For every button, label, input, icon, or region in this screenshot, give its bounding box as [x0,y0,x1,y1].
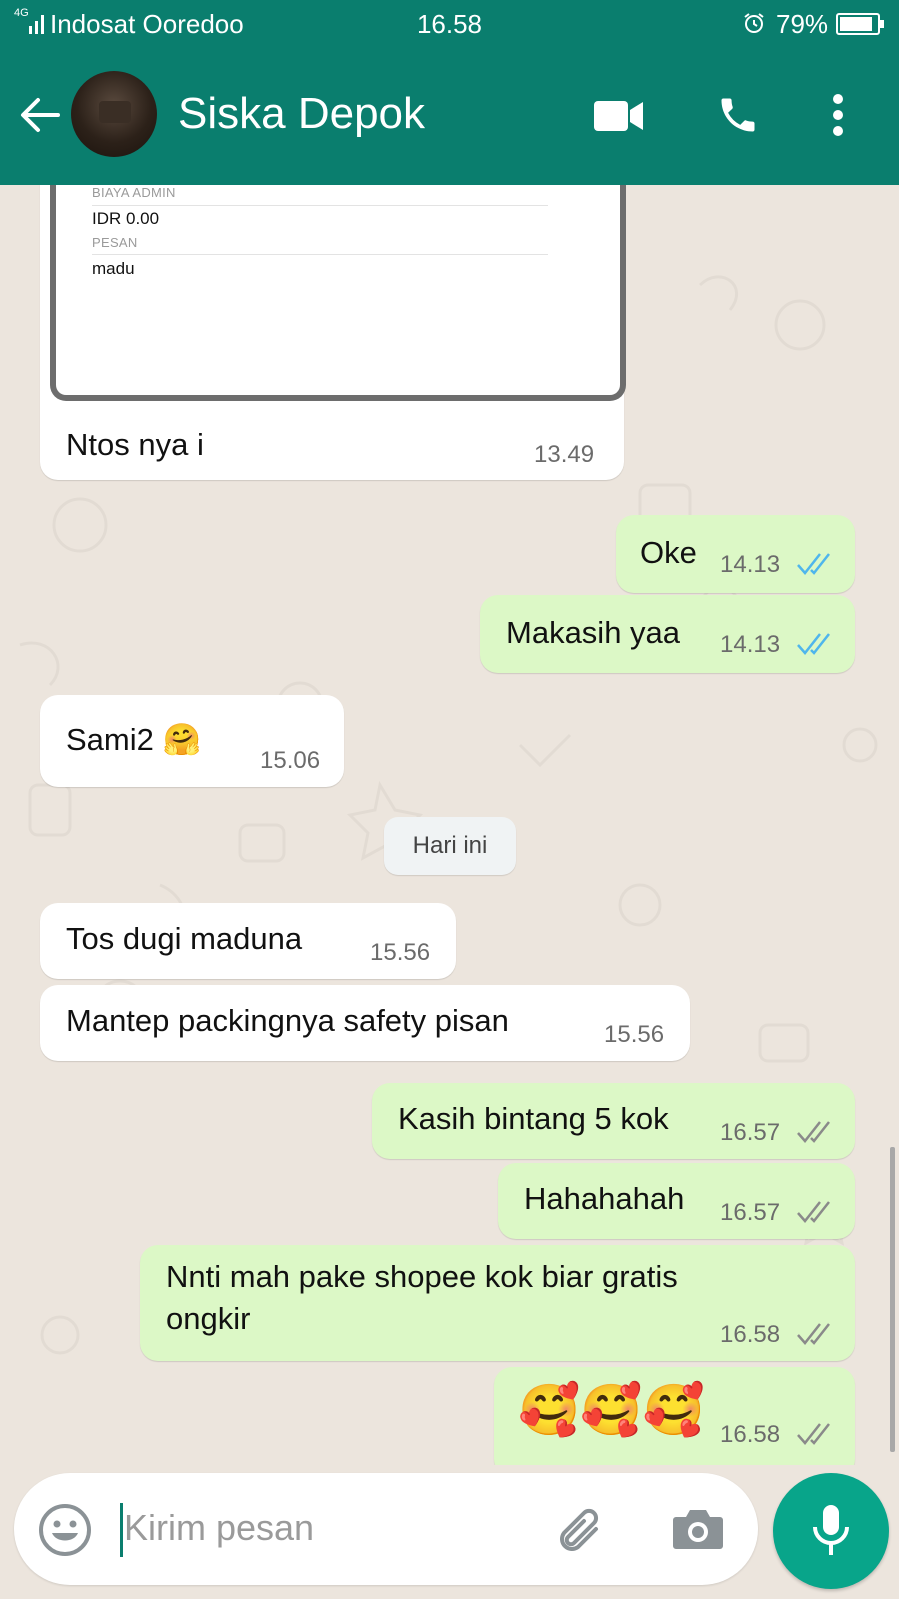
composer-bar: Kirim pesan [0,1465,899,1599]
outgoing-message[interactable]: Hahahahah 16.57 [498,1163,855,1239]
message-text: Oke [640,535,697,570]
message-text: Makasih yaa [506,615,681,650]
message-time: 14.13 [720,551,781,578]
contact-name[interactable]: Siska Depok [178,89,425,139]
double-tick-icon [797,633,830,655]
message-time: 15.56 [604,1021,665,1048]
receipt-fee-value: IDR 0.00 [92,209,160,228]
message-time: 15.06 [260,747,321,774]
day-divider: Hari ini [384,817,516,875]
message-time: 15.56 [370,939,431,966]
message-text: Ntos nya i [66,427,204,462]
video-call-icon[interactable] [594,99,644,133]
receipt-note-value: madu [92,259,135,278]
outgoing-message[interactable]: Oke 14.13 [616,515,855,593]
status-bar: 4G Indosat Ooredoo 16.58 79% [0,0,899,47]
incoming-message[interactable]: Tos dugi maduna 15.56 [40,903,456,979]
battery-percent: 79% [776,9,829,39]
double-tick-icon [797,1201,830,1223]
chat-header: Siska Depok [0,47,899,185]
receipt-divider [92,254,548,255]
message-text-line2: ongkir [166,1301,251,1336]
incoming-message[interactable]: Sami2 🤗 15.06 [40,695,344,787]
incoming-image-message[interactable]: BIAYA ADMIN IDR 0.00 PESAN madu Ntos nya… [40,185,626,480]
mic-button[interactable] [773,1473,889,1589]
message-text: Tos dugi maduna [66,921,303,956]
message-time: 16.58 [720,1321,781,1348]
battery-icon [836,13,884,35]
message-time: 14.13 [720,631,781,658]
incoming-message[interactable]: Mantep packingnya safety pisan 15.56 [40,985,690,1061]
message-input-placeholder[interactable]: Kirim pesan [124,1507,314,1549]
back-arrow-icon[interactable] [18,95,62,135]
outgoing-message[interactable]: Kasih bintang 5 kok 16.57 [372,1083,855,1159]
message-time: 13.49 [534,441,595,468]
phone-icon[interactable] [716,93,760,137]
receipt-divider [92,205,548,206]
attach-icon[interactable] [556,1503,606,1557]
outgoing-message[interactable]: Makasih yaa 14.13 [480,595,855,673]
message-time: 16.57 [720,1199,781,1226]
message-text: Kasih bintang 5 kok [398,1101,669,1136]
chat-area[interactable]: BIAYA ADMIN IDR 0.00 PESAN madu Ntos nya… [0,185,899,1465]
mic-icon [813,1505,849,1555]
double-tick-icon [797,1121,830,1143]
message-input-field[interactable]: Kirim pesan [14,1473,758,1585]
contact-avatar[interactable] [71,71,157,157]
message-text: Sami2 🤗 [66,722,202,757]
double-tick-icon [797,553,830,575]
message-time: 16.57 [720,1119,781,1146]
message-text: Mantep packingnya safety pisan [66,1003,509,1038]
double-tick-icon [797,1423,830,1445]
more-vert-icon[interactable] [832,93,844,137]
camera-icon[interactable] [672,1505,724,1551]
receipt-note-label: PESAN [92,235,138,250]
message-emoji: 🥰🥰🥰 [518,1382,705,1438]
alarm-icon [744,13,764,33]
receipt-screenshot[interactable]: BIAYA ADMIN IDR 0.00 PESAN madu [50,185,626,401]
text-caret [120,1503,123,1557]
message-text: Hahahahah [524,1181,685,1216]
outgoing-message[interactable]: 🥰🥰🥰 16.58 [494,1367,855,1465]
message-time: 16.58 [720,1421,781,1448]
scrollbar[interactable] [890,1147,895,1452]
emoji-icon[interactable] [38,1503,92,1557]
double-tick-icon [797,1323,830,1345]
outgoing-message[interactable]: Nnti mah pake shopee kok biar gratis ong… [140,1245,855,1361]
receipt-fee-label: BIAYA ADMIN [92,185,176,200]
message-text-line1: Nnti mah pake shopee kok biar gratis [166,1259,678,1294]
